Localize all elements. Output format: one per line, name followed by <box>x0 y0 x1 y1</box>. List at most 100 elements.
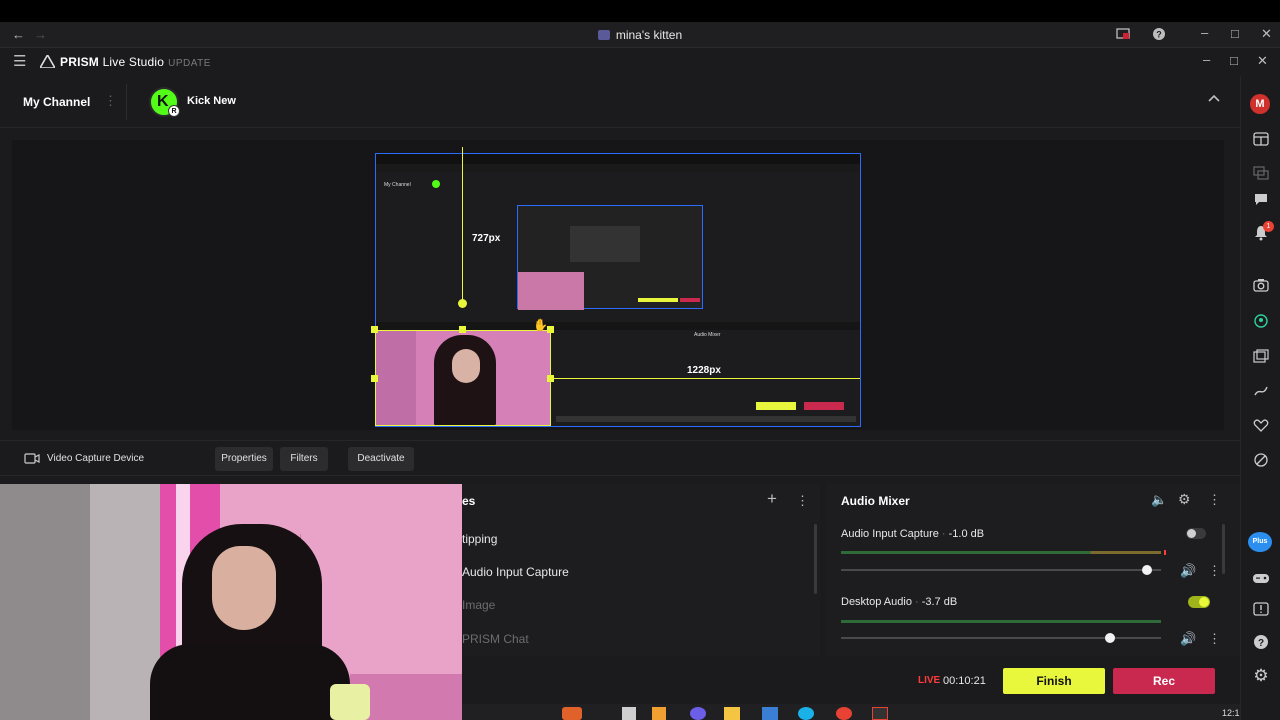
app-minimize-icon[interactable]: – <box>1203 53 1210 67</box>
close-icon[interactable]: ✕ <box>1261 27 1272 41</box>
nested-webcam <box>518 272 584 310</box>
channel-bar: My Channel ⋮ K R Kick New <box>0 76 1240 128</box>
sources-scrollbar[interactable] <box>814 524 817 594</box>
my-channel-label[interactable]: My Channel <box>23 95 90 109</box>
source-item-image[interactable]: Image <box>462 598 495 612</box>
taskbar-app-8[interactable] <box>836 707 852 720</box>
status-bar: LIVE 00:10:21 Finish Rec <box>462 660 1240 704</box>
kick-logo-icon: K <box>157 93 169 110</box>
divider <box>126 84 127 120</box>
top-strip <box>0 0 1280 22</box>
width-readout: 1228px <box>687 365 721 376</box>
channel2-meter <box>841 620 1161 623</box>
nested-audio-mixer: Audio Mixer <box>694 332 721 338</box>
channel-level: -1.0 dB <box>948 528 985 540</box>
settings-gear-icon[interactable]: ⚙ <box>1251 666 1271 686</box>
properties-button[interactable]: Properties <box>215 447 273 471</box>
channel1-speaker-icon[interactable]: 🔊 <box>1180 564 1196 578</box>
taskbar-app-2[interactable] <box>622 707 636 720</box>
camera-snapshot-icon[interactable] <box>1251 275 1271 295</box>
speaker-icon[interactable]: 🔈 <box>1151 493 1167 507</box>
source-item-tipping[interactable]: tipping <box>462 532 497 546</box>
cast-icon[interactable] <box>1116 28 1130 40</box>
guide-handle-top[interactable] <box>458 299 467 308</box>
resize-handle-mr[interactable] <box>547 375 554 382</box>
mixer-scrollbar[interactable] <box>1222 524 1225 574</box>
nested-preview <box>517 205 703 310</box>
app-maximize-icon[interactable]: □ <box>1230 54 1238 68</box>
camera-icon <box>24 453 40 464</box>
taskbar-app-9[interactable] <box>872 707 888 720</box>
app-close-icon[interactable]: ✕ <box>1257 54 1268 68</box>
taskbar-app-3[interactable] <box>652 707 666 720</box>
live-indicator: LIVE <box>918 675 941 686</box>
channel1-volume-knob[interactable] <box>1142 565 1152 575</box>
sources-more-icon[interactable]: ⋮ <box>796 494 809 508</box>
source-face <box>452 349 480 383</box>
rec-button[interactable]: Rec <box>1113 668 1215 694</box>
nested-my-channel: My Channel <box>384 182 411 188</box>
deactivate-button[interactable]: Deactivate <box>348 447 414 471</box>
resize-handle-tl[interactable] <box>371 326 378 333</box>
nested-header <box>376 164 860 172</box>
channel2-more-icon[interactable]: ⋮ <box>1208 632 1221 646</box>
scene-copy-icon[interactable] <box>1251 346 1271 366</box>
taskbar-app-1[interactable] <box>562 707 582 720</box>
effects-icon[interactable] <box>1251 450 1271 470</box>
channel2-speaker-icon[interactable]: 🔊 <box>1180 632 1196 646</box>
channel1-meter <box>841 551 1161 554</box>
toggle-knob <box>1187 529 1196 538</box>
sticker-heart-icon[interactable] <box>1251 415 1271 435</box>
source-wall <box>376 331 416 425</box>
taskbar-app-5[interactable] <box>724 707 740 720</box>
filters-button[interactable]: Filters <box>280 447 328 471</box>
plus-badge[interactable]: Plus <box>1248 532 1272 552</box>
channel1-volume-slider[interactable] <box>841 569 1161 571</box>
mixer-more-icon[interactable]: ⋮ <box>1208 493 1221 507</box>
resize-handle-ml[interactable] <box>371 375 378 382</box>
virtual-background-icon[interactable] <box>1251 311 1271 331</box>
nested-kick-icon <box>432 180 440 188</box>
source-item-audio-input-capture[interactable]: Audio Input Capture <box>462 565 569 579</box>
channel2-volume-knob[interactable] <box>1105 633 1115 643</box>
rec-badge-icon: R <box>168 105 180 117</box>
webcam-face <box>212 546 276 630</box>
minimize-icon[interactable]: – <box>1201 26 1208 40</box>
channel-name: Desktop Audio <box>841 596 912 608</box>
selected-source-box[interactable] <box>375 330 551 426</box>
svg-text:?: ? <box>1156 30 1162 40</box>
alert-icon[interactable] <box>1251 599 1271 619</box>
channel-desktop-audio: Desktop Audio · -3.7 dB <box>841 596 958 608</box>
taskbar-app-6[interactable] <box>762 707 778 720</box>
right-sidebar: M 1 Plus ? ⚙ <box>1240 76 1280 720</box>
game-controller-icon[interactable] <box>1251 568 1271 588</box>
resize-handle-tr[interactable] <box>547 326 554 333</box>
layout-icon[interactable] <box>1251 129 1271 149</box>
channel1-more-icon[interactable]: ⋮ <box>1208 564 1221 578</box>
kick-channel-label[interactable]: Kick New <box>187 95 236 107</box>
kick-channel-avatar[interactable]: K R <box>149 87 180 117</box>
channel-level: -3.7 dB <box>921 596 958 608</box>
mixer-settings-gear-icon[interactable]: ⚙ <box>1178 492 1191 506</box>
update-link[interactable]: UPDATE <box>168 58 211 69</box>
toggle-knob <box>1199 597 1209 607</box>
channel1-toggle[interactable] <box>1186 528 1206 539</box>
channel-more-icon[interactable]: ⋮ <box>104 94 117 108</box>
taskbar-app-7[interactable] <box>798 707 814 720</box>
taskbar-app-4[interactable] <box>690 707 706 720</box>
chat-icon[interactable] <box>1251 189 1271 209</box>
collapse-chevron-icon[interactable] <box>1208 94 1220 102</box>
multiview-icon[interactable] <box>1251 163 1271 183</box>
source-item-prism-chat[interactable]: PRISM Chat <box>462 632 529 646</box>
add-source-icon[interactable]: + <box>767 490 777 507</box>
resize-handle-tm[interactable] <box>459 326 466 333</box>
sidebar-help-icon[interactable]: ? <box>1251 632 1271 652</box>
channel2-toggle[interactable] <box>1188 596 1210 608</box>
menu-icon[interactable]: ☰ <box>13 54 26 69</box>
maximize-icon[interactable]: □ <box>1231 27 1239 41</box>
finish-button[interactable]: Finish <box>1003 668 1105 694</box>
help-icon[interactable]: ? <box>1152 27 1166 41</box>
drawing-icon[interactable] <box>1251 381 1271 401</box>
user-avatar[interactable]: M <box>1250 94 1270 114</box>
svg-text:?: ? <box>1258 638 1264 649</box>
